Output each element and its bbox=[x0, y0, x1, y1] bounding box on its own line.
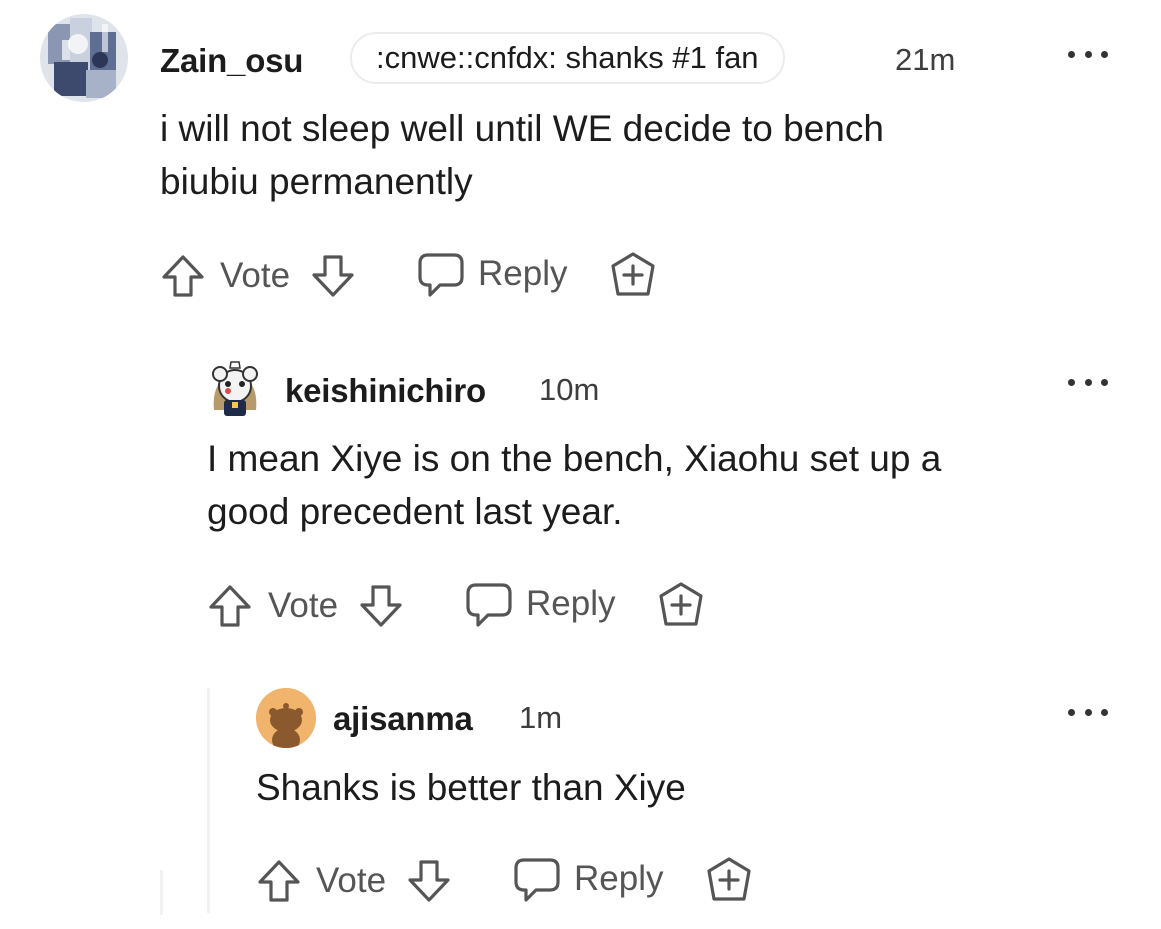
more-dots-icon bbox=[1068, 50, 1075, 58]
more-dots-icon bbox=[1084, 378, 1092, 386]
speech-bubble-icon[interactable] bbox=[512, 856, 562, 904]
username[interactable]: Zain_osu bbox=[160, 42, 303, 80]
reply-button[interactable]: Reply bbox=[574, 857, 663, 901]
more-options-button[interactable] bbox=[1068, 48, 1108, 60]
more-dots-icon bbox=[1101, 708, 1108, 716]
comment-line: Shanks is better than Xiye bbox=[256, 767, 686, 808]
timestamp: 21m bbox=[895, 42, 956, 77]
comment-body: i will not sleep well until WE decide to… bbox=[160, 102, 1120, 208]
more-dots-icon bbox=[1084, 708, 1092, 716]
avatar[interactable] bbox=[256, 688, 316, 748]
more-dots-icon bbox=[1068, 378, 1075, 386]
arrow-up-icon[interactable] bbox=[207, 583, 253, 629]
more-dots-icon bbox=[1068, 708, 1075, 716]
vote-label: Vote bbox=[316, 861, 387, 900]
vote-label: Vote bbox=[220, 256, 291, 295]
award-plus-icon[interactable] bbox=[704, 855, 754, 905]
avatar-image bbox=[256, 688, 316, 748]
reply-button[interactable]: Reply bbox=[526, 582, 615, 626]
username[interactable]: ajisanma bbox=[333, 700, 473, 738]
vote-label: Vote bbox=[268, 586, 339, 625]
arrow-down-icon[interactable] bbox=[406, 858, 452, 904]
reply-button[interactable]: Reply bbox=[478, 252, 567, 296]
more-dots-icon bbox=[1101, 378, 1108, 386]
avatar-image bbox=[212, 361, 258, 416]
timestamp: 10m bbox=[539, 372, 600, 407]
comment-line: I mean Xiye is on the bench, Xiaohu set … bbox=[207, 438, 942, 479]
username[interactable]: keishinichiro bbox=[285, 372, 486, 410]
more-dots-icon bbox=[1101, 50, 1108, 58]
award-plus-icon[interactable] bbox=[608, 250, 658, 300]
arrow-up-icon[interactable] bbox=[256, 858, 302, 904]
user-flair: :cnwe::cnfdx: shanks #1 fan bbox=[350, 32, 785, 84]
comment-line: i will not sleep well until WE decide to… bbox=[160, 108, 884, 149]
comment-body: Shanks is better than Xiye bbox=[256, 761, 1116, 814]
arrow-down-icon[interactable] bbox=[358, 583, 404, 629]
comment-line: good precedent last year. bbox=[207, 491, 623, 532]
arrow-down-icon[interactable] bbox=[310, 253, 356, 299]
avatar-image bbox=[40, 14, 128, 102]
comment-line: biubiu permanently bbox=[160, 161, 473, 202]
more-options-button[interactable] bbox=[1068, 376, 1108, 388]
thread-line[interactable] bbox=[160, 870, 163, 915]
timestamp: 1m bbox=[519, 700, 563, 735]
more-options-button[interactable] bbox=[1068, 706, 1108, 718]
comment-body: I mean Xiye is on the bench, Xiaohu set … bbox=[207, 432, 1127, 538]
speech-bubble-icon[interactable] bbox=[416, 251, 466, 299]
speech-bubble-icon[interactable] bbox=[464, 581, 514, 629]
more-dots-icon bbox=[1084, 50, 1092, 58]
avatar[interactable] bbox=[40, 14, 128, 102]
avatar[interactable] bbox=[206, 360, 264, 418]
arrow-up-icon[interactable] bbox=[160, 253, 206, 299]
thread-line[interactable] bbox=[207, 688, 210, 913]
award-plus-icon[interactable] bbox=[656, 580, 706, 630]
comment-thread: Zain_osu :cnwe::cnfdx: shanks #1 fan 21m… bbox=[0, 0, 1161, 929]
